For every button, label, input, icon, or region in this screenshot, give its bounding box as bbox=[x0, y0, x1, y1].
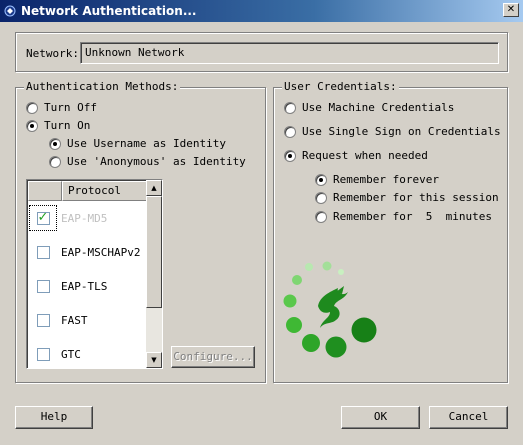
protocol-row[interactable]: FAST bbox=[29, 303, 147, 337]
dragon-shape bbox=[318, 286, 348, 328]
protocol-checkbox[interactable] bbox=[36, 347, 50, 361]
protocol-check-cell bbox=[29, 341, 57, 367]
user-credentials-legend: User Credentials: bbox=[282, 80, 399, 93]
turn-on-radio[interactable]: Turn On bbox=[26, 119, 90, 132]
scroll-up-button[interactable]: ▲ bbox=[146, 180, 162, 196]
window-title: Network Authentication... bbox=[21, 4, 197, 18]
arrow-up-icon: ▲ bbox=[151, 184, 157, 192]
dragon-logo-icon bbox=[283, 261, 377, 358]
radio-indicator bbox=[284, 149, 296, 162]
radio-indicator bbox=[49, 155, 61, 168]
protocol-row[interactable]: EAP-MSCHAPv2 bbox=[29, 235, 147, 269]
radio-indicator bbox=[26, 119, 38, 132]
protocol-checkbox[interactable] bbox=[36, 313, 50, 327]
remember-session-radio[interactable]: Remember for this session bbox=[315, 191, 499, 204]
use-username-radio[interactable]: Use Username as Identity bbox=[49, 137, 226, 150]
turn-off-radio[interactable]: Turn Off bbox=[26, 101, 97, 114]
help-button[interactable]: Help bbox=[15, 406, 93, 429]
remember-session-label: Remember for this session bbox=[333, 191, 499, 204]
request-when-needed-label: Request when needed bbox=[302, 149, 428, 162]
radio-indicator bbox=[315, 191, 327, 204]
auth-methods-legend: Authentication Methods: bbox=[24, 80, 181, 93]
protocol-check-cell bbox=[29, 307, 57, 333]
protocol-checkbox[interactable] bbox=[36, 279, 50, 293]
title-bar: Network Authentication... ✕ bbox=[0, 0, 523, 22]
sso-credentials-radio[interactable]: Use Single Sign on Credentials bbox=[284, 125, 501, 138]
machine-credentials-label: Use Machine Credentials bbox=[302, 101, 455, 114]
protocol-row[interactable]: GTC bbox=[29, 337, 147, 368]
machine-credentials-radio[interactable]: Use Machine Credentials bbox=[284, 101, 454, 114]
remember-minutes-radio[interactable]: Remember for 5 minutes bbox=[315, 210, 492, 223]
sso-credentials-label: Use Single Sign on Credentials bbox=[302, 125, 501, 138]
network-field: Unknown Network bbox=[80, 42, 499, 64]
protocol-label: EAP-MSCHAPv2 bbox=[61, 245, 141, 259]
scroll-down-button[interactable]: ▼ bbox=[146, 352, 162, 368]
network-value: Unknown Network bbox=[85, 46, 185, 59]
radio-indicator bbox=[315, 173, 327, 186]
radio-indicator bbox=[49, 137, 61, 150]
radio-indicator bbox=[315, 210, 327, 223]
remember-minutes-label: Remember for 5 minutes bbox=[333, 210, 492, 223]
remember-forever-radio[interactable]: Remember forever bbox=[315, 173, 439, 186]
protocol-check-cell bbox=[29, 239, 57, 265]
shield-app-icon bbox=[4, 5, 16, 17]
turn-off-label: Turn Off bbox=[44, 101, 97, 114]
protocol-check-cell bbox=[29, 205, 57, 231]
protocol-label: EAP-MD5 bbox=[61, 211, 108, 225]
protocol-label: EAP-TLS bbox=[61, 279, 108, 293]
check-column-header[interactable] bbox=[28, 181, 62, 201]
protocol-checkbox[interactable] bbox=[36, 210, 50, 225]
scroll-thumb[interactable] bbox=[146, 196, 162, 308]
use-username-label: Use Username as Identity bbox=[67, 137, 226, 150]
protocol-list-header: Protocol bbox=[28, 181, 148, 201]
cancel-button[interactable]: Cancel bbox=[429, 406, 508, 429]
ok-button[interactable]: OK bbox=[341, 406, 420, 429]
protocol-label: FAST bbox=[61, 313, 88, 327]
protocol-list[interactable]: Protocol EAP-MD5 EAP-MSCHAPv2 EAP-TLS FAST G… bbox=[26, 179, 163, 369]
use-anonymous-radio[interactable]: Use 'Anonymous' as Identity bbox=[49, 155, 246, 168]
network-label: Network: bbox=[26, 47, 79, 60]
protocol-checkbox[interactable] bbox=[36, 245, 50, 259]
protocol-row[interactable]: EAP-TLS bbox=[29, 269, 147, 303]
arrow-down-icon: ▼ bbox=[151, 356, 157, 364]
close-button[interactable]: ✕ bbox=[503, 3, 519, 17]
protocol-label: GTC bbox=[61, 347, 81, 361]
protocol-list-scrollbar[interactable]: ▲ ▼ bbox=[146, 180, 162, 368]
use-anonymous-label: Use 'Anonymous' as Identity bbox=[67, 155, 246, 168]
protocol-check-cell bbox=[29, 273, 57, 299]
remember-forever-label: Remember forever bbox=[333, 173, 439, 186]
configure-button[interactable]: Configure... bbox=[171, 346, 255, 368]
radio-indicator bbox=[26, 101, 38, 114]
request-when-needed-radio[interactable]: Request when needed bbox=[284, 149, 428, 162]
protocol-column-header[interactable]: Protocol bbox=[62, 181, 148, 201]
close-icon: ✕ bbox=[506, 4, 516, 15]
radio-indicator bbox=[284, 125, 296, 138]
radio-indicator bbox=[284, 101, 296, 114]
protocol-row[interactable]: EAP-MD5 bbox=[29, 201, 147, 235]
turn-on-label: Turn On bbox=[44, 119, 91, 132]
